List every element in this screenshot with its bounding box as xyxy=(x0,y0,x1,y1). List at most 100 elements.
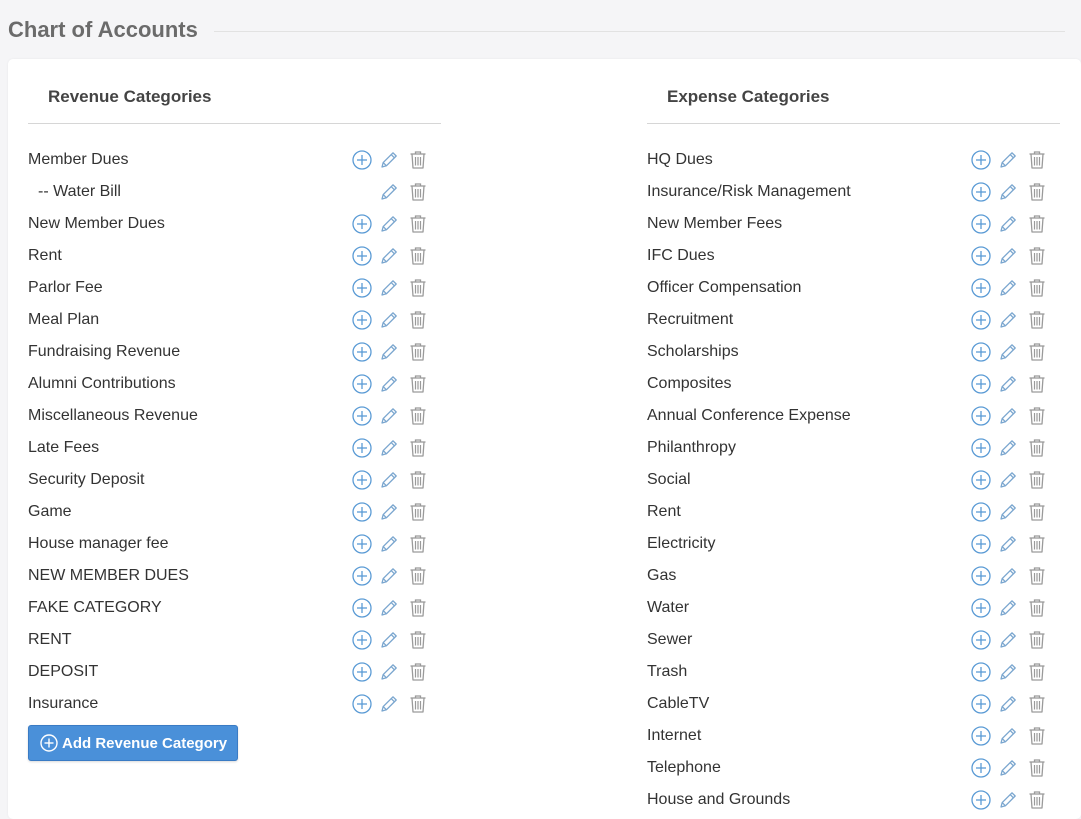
pencil-icon[interactable] xyxy=(997,629,1019,651)
pencil-icon[interactable] xyxy=(997,789,1019,811)
trash-icon[interactable] xyxy=(407,597,429,619)
trash-icon[interactable] xyxy=(407,341,429,363)
pencil-icon[interactable] xyxy=(378,437,400,459)
trash-icon[interactable] xyxy=(1026,213,1048,235)
plus-circle-icon[interactable] xyxy=(351,437,373,459)
plus-circle-icon[interactable] xyxy=(351,661,373,683)
plus-circle-icon[interactable] xyxy=(351,149,373,171)
plus-circle-icon[interactable] xyxy=(351,213,373,235)
pencil-icon[interactable] xyxy=(378,565,400,587)
trash-icon[interactable] xyxy=(407,693,429,715)
trash-icon[interactable] xyxy=(1026,437,1048,459)
plus-circle-icon[interactable] xyxy=(351,405,373,427)
plus-circle-icon[interactable] xyxy=(351,629,373,651)
pencil-icon[interactable] xyxy=(378,405,400,427)
trash-icon[interactable] xyxy=(407,533,429,555)
plus-circle-icon[interactable] xyxy=(970,533,992,555)
trash-icon[interactable] xyxy=(1026,789,1048,811)
pencil-icon[interactable] xyxy=(997,501,1019,523)
trash-icon[interactable] xyxy=(1026,661,1048,683)
pencil-icon[interactable] xyxy=(378,245,400,267)
pencil-icon[interactable] xyxy=(997,277,1019,299)
trash-icon[interactable] xyxy=(1026,405,1048,427)
plus-circle-icon[interactable] xyxy=(970,597,992,619)
trash-icon[interactable] xyxy=(1026,629,1048,651)
trash-icon[interactable] xyxy=(407,661,429,683)
trash-icon[interactable] xyxy=(1026,341,1048,363)
pencil-icon[interactable] xyxy=(997,181,1019,203)
plus-circle-icon[interactable] xyxy=(970,245,992,267)
plus-circle-icon[interactable] xyxy=(970,725,992,747)
plus-circle-icon[interactable] xyxy=(970,341,992,363)
plus-circle-icon[interactable] xyxy=(351,469,373,491)
trash-icon[interactable] xyxy=(1026,565,1048,587)
trash-icon[interactable] xyxy=(1026,309,1048,331)
trash-icon[interactable] xyxy=(1026,245,1048,267)
trash-icon[interactable] xyxy=(407,181,429,203)
pencil-icon[interactable] xyxy=(997,469,1019,491)
pencil-icon[interactable] xyxy=(997,373,1019,395)
pencil-icon[interactable] xyxy=(378,661,400,683)
trash-icon[interactable] xyxy=(407,437,429,459)
pencil-icon[interactable] xyxy=(378,501,400,523)
pencil-icon[interactable] xyxy=(997,757,1019,779)
pencil-icon[interactable] xyxy=(997,725,1019,747)
plus-circle-icon[interactable] xyxy=(351,245,373,267)
plus-circle-icon[interactable] xyxy=(970,373,992,395)
trash-icon[interactable] xyxy=(407,245,429,267)
plus-circle-icon[interactable] xyxy=(351,597,373,619)
plus-circle-icon[interactable] xyxy=(970,501,992,523)
plus-circle-icon[interactable] xyxy=(970,181,992,203)
trash-icon[interactable] xyxy=(407,565,429,587)
plus-circle-icon[interactable] xyxy=(970,213,992,235)
plus-circle-icon[interactable] xyxy=(970,693,992,715)
trash-icon[interactable] xyxy=(1026,149,1048,171)
pencil-icon[interactable] xyxy=(378,693,400,715)
trash-icon[interactable] xyxy=(1026,725,1048,747)
plus-circle-icon[interactable] xyxy=(970,149,992,171)
trash-icon[interactable] xyxy=(407,309,429,331)
pencil-icon[interactable] xyxy=(997,533,1019,555)
trash-icon[interactable] xyxy=(407,501,429,523)
plus-circle-icon[interactable] xyxy=(351,341,373,363)
plus-circle-icon[interactable] xyxy=(970,565,992,587)
plus-circle-icon[interactable] xyxy=(970,277,992,299)
pencil-icon[interactable] xyxy=(378,597,400,619)
pencil-icon[interactable] xyxy=(997,597,1019,619)
trash-icon[interactable] xyxy=(407,469,429,491)
plus-circle-icon[interactable] xyxy=(970,757,992,779)
pencil-icon[interactable] xyxy=(997,565,1019,587)
pencil-icon[interactable] xyxy=(378,341,400,363)
pencil-icon[interactable] xyxy=(378,309,400,331)
pencil-icon[interactable] xyxy=(997,693,1019,715)
trash-icon[interactable] xyxy=(1026,277,1048,299)
pencil-icon[interactable] xyxy=(997,437,1019,459)
trash-icon[interactable] xyxy=(407,213,429,235)
trash-icon[interactable] xyxy=(1026,533,1048,555)
plus-circle-icon[interactable] xyxy=(351,373,373,395)
trash-icon[interactable] xyxy=(1026,757,1048,779)
pencil-icon[interactable] xyxy=(997,341,1019,363)
pencil-icon[interactable] xyxy=(378,469,400,491)
add-revenue-category-button[interactable]: Add Revenue Category xyxy=(28,725,239,761)
trash-icon[interactable] xyxy=(407,373,429,395)
pencil-icon[interactable] xyxy=(997,405,1019,427)
pencil-icon[interactable] xyxy=(378,533,400,555)
plus-circle-icon[interactable] xyxy=(351,501,373,523)
plus-circle-icon[interactable] xyxy=(351,277,373,299)
trash-icon[interactable] xyxy=(407,629,429,651)
pencil-icon[interactable] xyxy=(997,245,1019,267)
trash-icon[interactable] xyxy=(1026,373,1048,395)
trash-icon[interactable] xyxy=(1026,501,1048,523)
plus-circle-icon[interactable] xyxy=(351,565,373,587)
plus-circle-icon[interactable] xyxy=(351,533,373,555)
pencil-icon[interactable] xyxy=(997,661,1019,683)
plus-circle-icon[interactable] xyxy=(970,469,992,491)
pencil-icon[interactable] xyxy=(997,309,1019,331)
plus-circle-icon[interactable] xyxy=(970,405,992,427)
plus-circle-icon[interactable] xyxy=(351,693,373,715)
plus-circle-icon[interactable] xyxy=(970,789,992,811)
plus-circle-icon[interactable] xyxy=(970,309,992,331)
plus-circle-icon[interactable] xyxy=(970,629,992,651)
plus-circle-icon[interactable] xyxy=(970,661,992,683)
